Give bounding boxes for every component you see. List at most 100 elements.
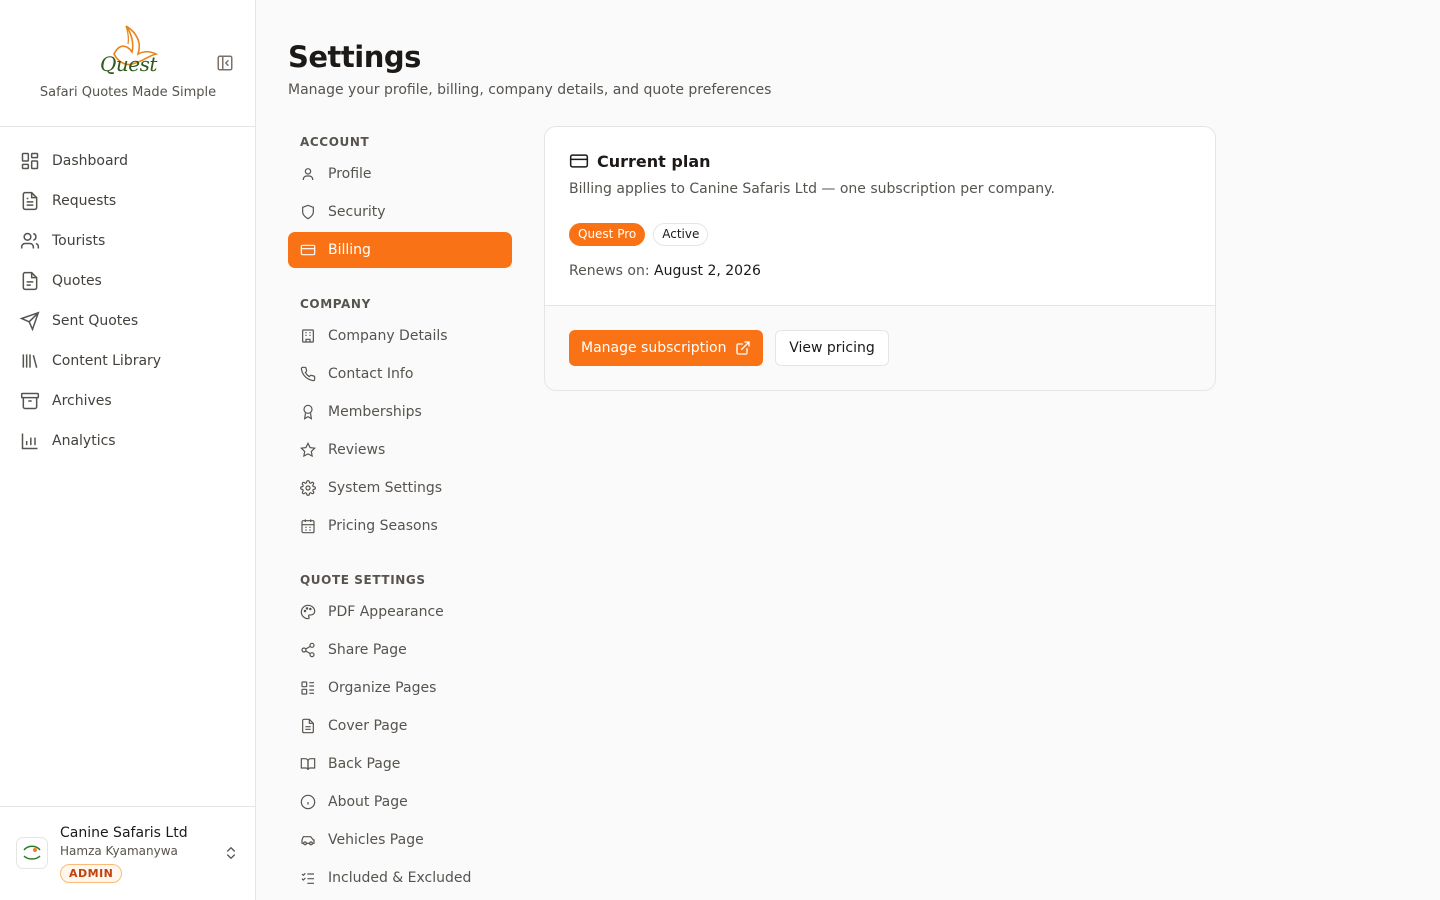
- nav-item-label: Quotes: [52, 273, 102, 289]
- account-switcher[interactable]: Canine Safaris Ltd Hamza Kyamanywa ADMIN: [0, 806, 255, 900]
- account-user-name: Hamza Kyamanywa: [60, 844, 178, 858]
- current-plan-card: Current plan Billing applies to Canine S…: [544, 126, 1216, 391]
- sidebar-collapse-icon[interactable]: [216, 54, 234, 72]
- gear-icon: [300, 480, 316, 496]
- renews-label: Renews on:: [569, 263, 650, 279]
- nav-item-content-library[interactable]: Content Library: [0, 341, 255, 381]
- share-icon: [301, 642, 315, 658]
- card-description: Billing applies to Canine Safaris Ltd — …: [569, 181, 1055, 197]
- settings-item-system-settings[interactable]: System Settings: [288, 470, 512, 506]
- settings-item-label: Company Details: [328, 328, 448, 344]
- renews-date: August 2, 2026: [654, 263, 761, 279]
- building-icon: [302, 329, 314, 343]
- external-link-icon: [736, 341, 750, 355]
- award-icon: [303, 404, 313, 420]
- brand-tagline: Safari Quotes Made Simple: [39, 85, 217, 100]
- nav-item-sent-quotes[interactable]: Sent Quotes: [0, 301, 255, 341]
- file-text-icon: [22, 191, 38, 211]
- dashboard-icon: [21, 152, 39, 170]
- view-pricing-button[interactable]: View pricing: [775, 330, 889, 366]
- calendar-icon: [301, 519, 315, 534]
- settings-item-label: System Settings: [328, 480, 443, 496]
- settings-item-reviews[interactable]: Reviews: [288, 432, 512, 468]
- credit-card-icon: [569, 154, 589, 168]
- settings-item-label: Share Page: [328, 642, 407, 658]
- card-header: Current plan: [569, 151, 711, 171]
- shield-icon: [302, 204, 314, 220]
- settings-item-about-page[interactable]: About Page: [288, 784, 512, 820]
- settings-item-label: Billing: [328, 242, 371, 258]
- settings-item-security[interactable]: Security: [288, 194, 512, 230]
- settings-item-label: Organize Pages: [328, 680, 437, 696]
- nav-item-requests[interactable]: Requests: [0, 181, 255, 221]
- settings-item-organize-pages[interactable]: Organize Pages: [288, 670, 512, 706]
- settings-item-contact-info[interactable]: Contact Info: [288, 356, 512, 392]
- section-label-company: COMPANY: [300, 297, 371, 311]
- settings-item-label: Vehicles Page: [328, 832, 424, 848]
- status-badge: Active: [653, 223, 709, 246]
- settings-item-label: Included & Excluded: [328, 870, 472, 886]
- brand-header: Quest Safari Quotes Made Simple: [0, 0, 255, 127]
- file-text-icon: [302, 718, 314, 734]
- nav-item-tourists[interactable]: Tourists: [0, 221, 255, 261]
- settings-item-profile[interactable]: Profile: [288, 156, 512, 192]
- settings-item-included-excluded[interactable]: Included & Excluded: [288, 860, 512, 896]
- main-nav: Dashboard Requests Tourists Quotes Sent …: [0, 141, 255, 461]
- settings-item-label: Back Page: [328, 756, 401, 772]
- credit-card-icon: [300, 244, 316, 256]
- palette-icon: [300, 604, 316, 620]
- settings-item-company-details[interactable]: Company Details: [288, 318, 512, 354]
- page-title: Settings: [288, 40, 421, 74]
- list-checks-icon: [301, 872, 314, 884]
- settings-item-label: About Page: [328, 794, 408, 810]
- card-title: Current plan: [597, 151, 711, 171]
- page-subtitle: Manage your profile, billing, company de…: [288, 82, 772, 98]
- settings-nav: ACCOUNT Profile Security Billing COMPANY…: [288, 128, 512, 898]
- settings-item-pricing-seasons[interactable]: Pricing Seasons: [288, 508, 512, 544]
- settings-item-label: Contact Info: [328, 366, 414, 382]
- nav-item-label: Tourists: [52, 233, 106, 249]
- settings-item-label: PDF Appearance: [328, 604, 444, 620]
- section-label-account: ACCOUNT: [300, 135, 370, 149]
- settings-item-pdf-appearance[interactable]: PDF Appearance: [288, 594, 512, 630]
- settings-item-label: Reviews: [328, 442, 386, 458]
- info-icon: [300, 794, 316, 810]
- settings-item-billing[interactable]: Billing: [288, 232, 512, 268]
- settings-item-label: Memberships: [328, 404, 422, 420]
- nav-item-archives[interactable]: Archives: [0, 381, 255, 421]
- view-pricing-label: View pricing: [789, 340, 875, 356]
- users-icon: [20, 232, 40, 249]
- list-layout-icon: [301, 681, 314, 695]
- role-badge: ADMIN: [60, 864, 123, 883]
- sidebar: Quest Safari Quotes Made Simple Dashboar…: [0, 0, 256, 900]
- book-open-icon: [300, 758, 316, 771]
- nav-item-label: Archives: [52, 393, 112, 409]
- nav-item-quotes[interactable]: Quotes: [0, 261, 255, 301]
- account-company-name: Canine Safaris Ltd: [60, 825, 188, 841]
- library-icon: [22, 354, 38, 368]
- chevrons-up-down-icon[interactable]: [223, 845, 239, 861]
- nav-item-dashboard[interactable]: Dashboard: [0, 141, 255, 181]
- settings-item-back-page[interactable]: Back Page: [288, 746, 512, 782]
- star-icon: [300, 442, 316, 458]
- settings-item-label: Security: [328, 204, 386, 220]
- manage-subscription-button[interactable]: Manage subscription: [569, 330, 763, 366]
- phone-icon: [300, 366, 316, 382]
- logo-wordmark: Quest: [100, 52, 157, 76]
- settings-item-label: Profile: [328, 166, 372, 182]
- file-icon: [22, 271, 38, 291]
- section-label-quote-settings: QUOTE SETTINGS: [300, 573, 426, 587]
- nav-item-label: Requests: [52, 193, 117, 209]
- settings-item-memberships[interactable]: Memberships: [288, 394, 512, 430]
- nav-item-label: Dashboard: [52, 153, 128, 169]
- send-icon: [20, 311, 40, 331]
- nav-item-analytics[interactable]: Analytics: [0, 421, 255, 461]
- archive-icon: [20, 392, 40, 410]
- plan-badges: Quest Pro Active: [569, 223, 709, 246]
- user-icon: [302, 168, 314, 180]
- car-icon: [301, 836, 315, 846]
- card-footer: Manage subscription View pricing: [545, 305, 1215, 390]
- settings-item-vehicles-page[interactable]: Vehicles Page: [288, 822, 512, 858]
- settings-item-cover-page[interactable]: Cover Page: [288, 708, 512, 744]
- settings-item-share-page[interactable]: Share Page: [288, 632, 512, 668]
